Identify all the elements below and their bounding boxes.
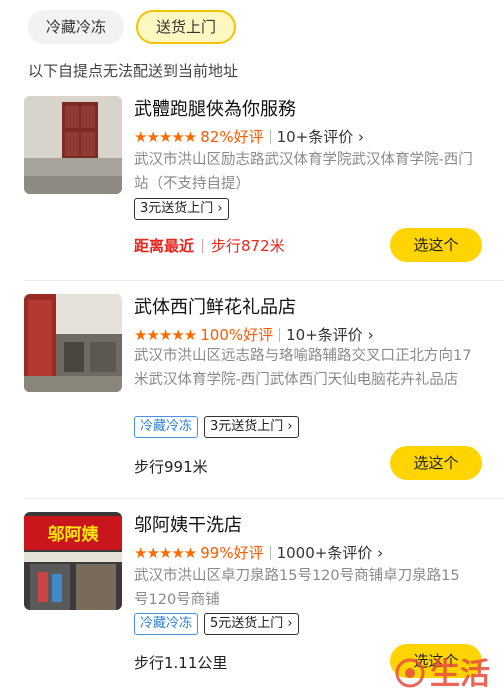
- card-divider: [24, 498, 504, 499]
- shop-sign-text: 邬阿姨: [48, 524, 100, 545]
- reviews-link[interactable]: 10+条评价 ›: [286, 324, 373, 345]
- reviews-link[interactable]: 1000+条评价 ›: [277, 542, 384, 563]
- divider: [269, 545, 271, 560]
- delivery-fee-tag[interactable]: 5元送货上门 ›: [204, 613, 299, 635]
- star-rating-icon: ★★★★★: [134, 127, 197, 146]
- store-photo: [24, 96, 122, 194]
- card-divider: [24, 280, 504, 281]
- select-store-button[interactable]: 选这个: [390, 446, 482, 480]
- delivery-fee-tag[interactable]: 3元送货上门 ›: [134, 198, 229, 220]
- nearest-label: 距离最近: [134, 237, 195, 255]
- delivery-tabs: 冷藏冷冻 送货上门: [28, 10, 237, 44]
- star-rating-icon: ★★★★★: [134, 543, 197, 562]
- reviews-link[interactable]: 10+条评价 ›: [277, 126, 364, 147]
- store-address: 武汉市洪山区远志路与珞喻路辅路交叉口正北方向17米武汉体育学院-西门武体西门天仙…: [134, 348, 472, 388]
- tab-cold-chain[interactable]: 冷藏冷冻: [28, 10, 125, 44]
- good-rate: 100%好评: [200, 326, 274, 344]
- tab-home-delivery[interactable]: 送货上门: [136, 10, 237, 44]
- rating-row: ★★★★★ 100%好评 10+条评价 ›: [134, 324, 374, 345]
- store-name: 武體跑腿俠為你服務: [134, 99, 296, 120]
- store-address: 武汉市洪山区励志路武汉体育学院武汉体育学院-西门站（不支持自提）: [134, 152, 473, 192]
- store-photo: 邬阿姨: [24, 512, 122, 610]
- distance-info: 步行1.11公里: [134, 652, 227, 673]
- svg-text:生活: 生活: [430, 657, 490, 692]
- divider: [279, 327, 281, 342]
- good-rate: 99%好评: [200, 544, 264, 562]
- store-address: 武汉市洪山区卓刀泉路15号120号商铺卓刀泉路15号120号商铺: [134, 568, 460, 608]
- cold-chain-tag: 冷藏冷冻: [134, 416, 199, 438]
- select-store-button[interactable]: 选这个: [390, 228, 482, 262]
- store-photo: [24, 294, 122, 392]
- divider: [202, 238, 204, 253]
- service-tags: 冷藏冷冻 5元送货上门 ›: [134, 613, 299, 635]
- divider: [269, 129, 271, 144]
- distance-info: 步行991米: [134, 456, 208, 477]
- distance-info: 距离最近 步行872米: [134, 235, 285, 256]
- store-name: 邬阿姨干洗店: [134, 515, 242, 536]
- walking-distance: 步行872米: [211, 237, 285, 255]
- delivery-fee-tag[interactable]: 3元送货上门 ›: [204, 416, 299, 438]
- unavailable-notice: 以下自提点无法配送到当前地址: [28, 62, 239, 80]
- watermark-logo: 生活: [395, 657, 490, 692]
- rating-row: ★★★★★ 82%好评 10+条评价 ›: [134, 126, 364, 147]
- good-rate: 82%好评: [200, 128, 264, 146]
- star-rating-icon: ★★★★★: [134, 325, 197, 344]
- walking-distance: 步行1.11公里: [134, 654, 228, 672]
- walking-distance: 步行991米: [134, 458, 208, 476]
- rating-row: ★★★★★ 99%好评 1000+条评价 ›: [134, 542, 383, 563]
- store-name: 武体西门鲜花礼品店: [134, 297, 296, 318]
- service-tags: 冷藏冷冻 3元送货上门 ›: [134, 416, 299, 438]
- service-tags: 3元送货上门 ›: [134, 198, 229, 220]
- cold-chain-tag: 冷藏冷冻: [134, 613, 199, 635]
